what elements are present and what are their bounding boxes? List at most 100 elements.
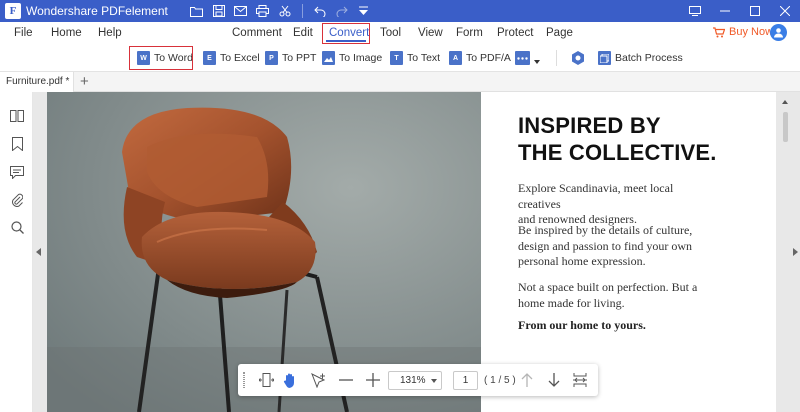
batch-icon bbox=[598, 51, 611, 65]
text-file-icon: T bbox=[390, 51, 403, 65]
paragraph-1: Explore Scandinavia, meet local creative… bbox=[518, 181, 718, 228]
to-image-button[interactable]: To Image bbox=[322, 48, 382, 68]
batch-process-label: Batch Process bbox=[615, 52, 683, 64]
paragraph-line: Explore Scandinavia, meet local creative… bbox=[518, 181, 674, 211]
buy-now-button[interactable]: Buy Now bbox=[713, 26, 773, 38]
chevron-down-icon bbox=[534, 60, 540, 64]
more-icon bbox=[515, 51, 530, 65]
account-avatar[interactable] bbox=[770, 24, 787, 41]
email-icon[interactable] bbox=[230, 2, 252, 20]
new-tab-plus-icon[interactable]: + bbox=[80, 73, 89, 90]
closing-line: From our home to yours. bbox=[518, 318, 646, 332]
save-icon[interactable] bbox=[208, 2, 230, 20]
menu-edit[interactable]: Edit bbox=[293, 22, 313, 44]
paragraph-line: home made for living. bbox=[518, 295, 625, 310]
fit-width-icon[interactable] bbox=[258, 372, 274, 388]
to-ppt-button[interactable]: P To PPT bbox=[265, 48, 316, 68]
menu-view[interactable]: View bbox=[418, 22, 443, 44]
bookmark-icon[interactable] bbox=[9, 136, 25, 152]
cart-icon bbox=[713, 26, 725, 37]
highlight-box-to-word bbox=[129, 46, 193, 70]
image-file-icon bbox=[322, 51, 335, 65]
undo-icon[interactable] bbox=[309, 2, 331, 20]
buy-now-label: Buy Now bbox=[729, 26, 774, 38]
vertical-scrollbar-thumb[interactable] bbox=[783, 112, 788, 142]
hand-tool-icon[interactable] bbox=[282, 372, 298, 388]
window-controls bbox=[680, 0, 800, 22]
menu-tool[interactable]: Tool bbox=[380, 22, 401, 44]
open-folder-icon[interactable] bbox=[186, 2, 208, 20]
scroll-up-arrow-icon[interactable] bbox=[782, 100, 788, 104]
to-image-label: To Image bbox=[339, 52, 383, 64]
menu-form[interactable]: Form bbox=[456, 22, 483, 44]
to-ppt-label: To PPT bbox=[282, 52, 317, 64]
page-number-input[interactable]: 1 bbox=[453, 371, 478, 390]
app-title: Wondershare PDFelement bbox=[26, 4, 168, 18]
headline-line-1: INSPIRED BY bbox=[518, 113, 661, 138]
settings-icon bbox=[572, 51, 584, 65]
excel-file-icon: E bbox=[203, 51, 216, 65]
redo-icon[interactable] bbox=[331, 2, 353, 20]
minimize-icon[interactable] bbox=[710, 0, 740, 22]
left-sidebar bbox=[0, 92, 33, 412]
to-excel-button[interactable]: E To Excel bbox=[203, 48, 260, 68]
comment-icon[interactable] bbox=[9, 164, 25, 180]
page-count: ( 1 / 5 ) bbox=[484, 375, 516, 386]
tab-furniture-pdf[interactable]: Furniture.pdf * bbox=[0, 72, 74, 92]
paragraph-line: design and passion to find your own bbox=[518, 238, 692, 253]
convert-toolbar: W To Word E To Excel P To PPT To Image T… bbox=[0, 44, 800, 72]
zoom-in-icon[interactable] bbox=[365, 372, 381, 388]
menu-page[interactable]: Page bbox=[546, 22, 573, 44]
quick-access-toolbar bbox=[186, 2, 375, 20]
divider bbox=[301, 4, 303, 18]
zoom-level-select[interactable]: 131% bbox=[388, 371, 442, 390]
menu-file[interactable]: File bbox=[14, 22, 33, 44]
more-formats-button[interactable] bbox=[515, 48, 540, 68]
previous-page-arrow-icon[interactable] bbox=[519, 372, 535, 388]
select-tool-icon[interactable] bbox=[310, 372, 326, 388]
menu-bar: File Home Help Comment Edit Convert Tool… bbox=[0, 22, 800, 44]
to-pdfa-button[interactable]: A To PDF/A bbox=[449, 48, 511, 68]
toolbar-divider bbox=[556, 50, 557, 66]
menu-comment[interactable]: Comment bbox=[232, 22, 282, 44]
document-tab-bar: Furniture.pdf * + bbox=[0, 72, 800, 92]
chevron-down-icon bbox=[431, 379, 437, 383]
menu-home[interactable]: Home bbox=[51, 22, 82, 44]
zoom-out-icon[interactable] bbox=[338, 372, 354, 388]
paragraph-line: Not a space built on perfection. But a bbox=[518, 280, 698, 294]
collapse-right-arrow-icon[interactable] bbox=[793, 248, 798, 256]
customize-dropdown-icon[interactable] bbox=[353, 2, 375, 20]
scissors-icon[interactable] bbox=[274, 2, 296, 20]
collapse-left-arrow-icon[interactable] bbox=[36, 248, 41, 256]
toolbar-drag-handle[interactable] bbox=[243, 372, 245, 388]
user-icon bbox=[774, 28, 783, 38]
paragraph-3: Not a space built on perfection. But a h… bbox=[518, 280, 718, 311]
to-text-button[interactable]: T To Text bbox=[390, 48, 440, 68]
restore-icon[interactable] bbox=[680, 0, 710, 22]
fit-page-icon[interactable] bbox=[572, 372, 588, 388]
ppt-file-icon: P bbox=[265, 51, 278, 65]
highlight-box-convert bbox=[322, 23, 370, 44]
to-excel-label: To Excel bbox=[220, 52, 260, 64]
search-icon[interactable] bbox=[9, 219, 25, 235]
to-pdfa-label: To PDF/A bbox=[466, 52, 511, 64]
zoom-level-value: 131% bbox=[400, 375, 426, 386]
headline-line-2: THE COLLECTIVE. bbox=[518, 140, 717, 165]
document-headline: INSPIRED BY THE COLLECTIVE. bbox=[518, 112, 717, 166]
app-logo-icon: F bbox=[5, 3, 21, 19]
to-text-label: To Text bbox=[407, 52, 441, 64]
next-page-arrow-icon[interactable] bbox=[546, 372, 562, 388]
close-icon[interactable] bbox=[770, 0, 800, 22]
print-icon[interactable] bbox=[252, 2, 274, 20]
attachment-icon[interactable] bbox=[9, 192, 25, 208]
paragraph-2: Be inspired by the details of culture, d… bbox=[518, 223, 718, 270]
menu-help[interactable]: Help bbox=[98, 22, 122, 44]
thumbnails-icon[interactable] bbox=[9, 108, 25, 124]
menu-protect[interactable]: Protect bbox=[497, 22, 533, 44]
maximize-icon[interactable] bbox=[740, 0, 770, 22]
batch-process-button[interactable]: Batch Process bbox=[598, 48, 683, 68]
pdfa-file-icon: A bbox=[449, 51, 462, 65]
paragraph-line: Be inspired by the details of culture, bbox=[518, 223, 693, 237]
paragraph-line: personal home expression. bbox=[518, 254, 646, 268]
settings-button[interactable] bbox=[571, 48, 585, 68]
